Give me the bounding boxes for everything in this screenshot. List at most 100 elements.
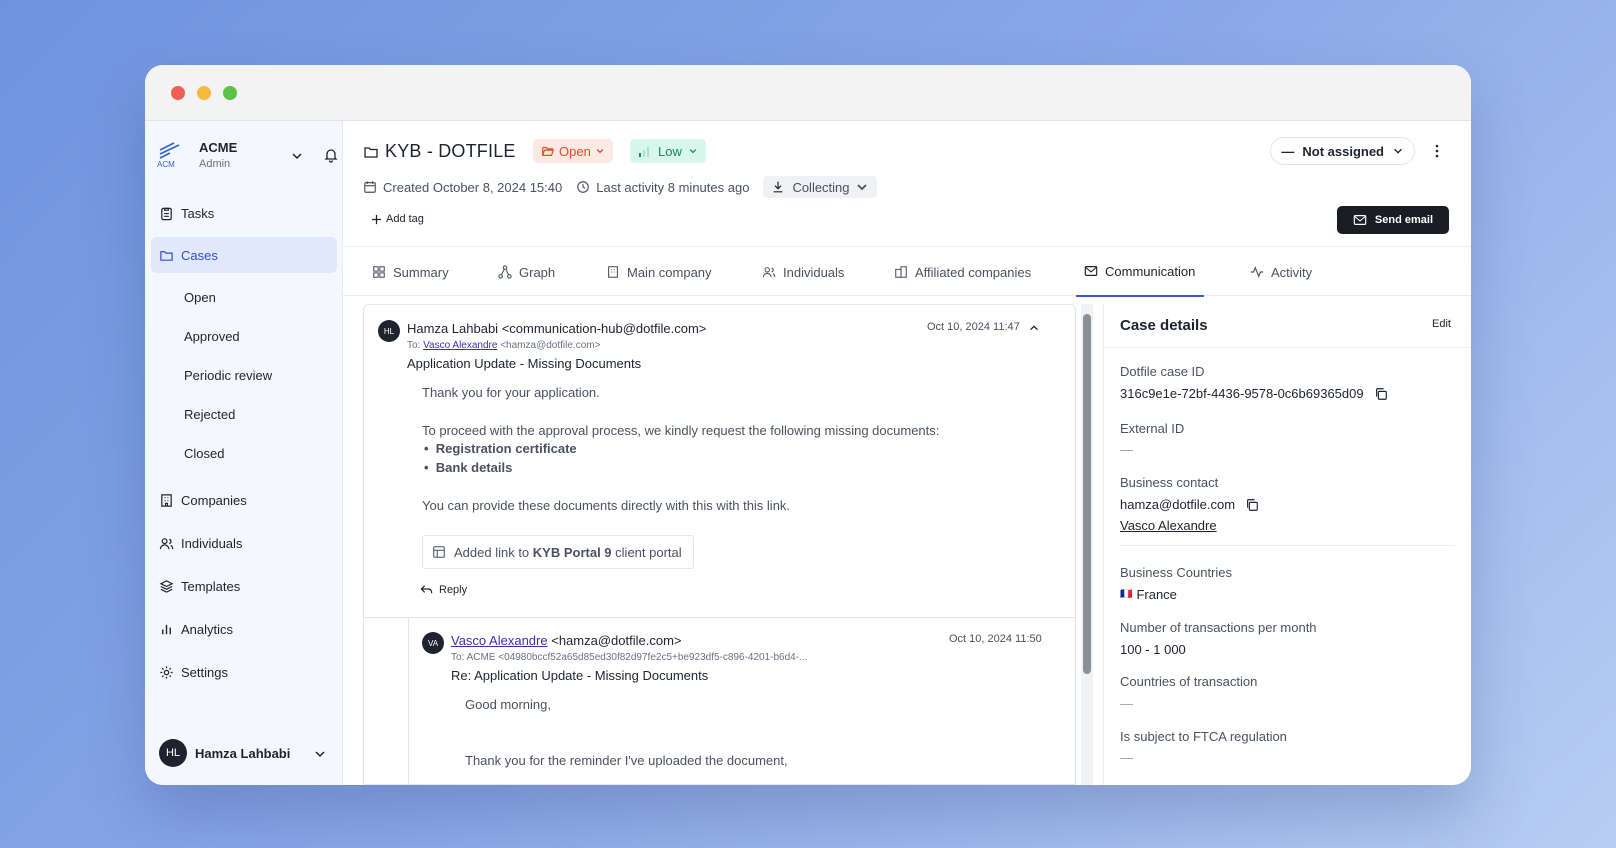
copy-icon[interactable] xyxy=(1245,498,1259,512)
risk-dropdown[interactable]: Low xyxy=(630,139,706,163)
list-item-text: Bank details xyxy=(435,460,513,475)
divider xyxy=(1120,545,1455,546)
sender-link[interactable]: Vasco Alexandre xyxy=(451,633,548,648)
more-options-icon[interactable] xyxy=(1429,143,1445,159)
tab-affiliated-companies[interactable]: Affiliated companies xyxy=(894,247,1031,297)
email-to: To: Vasco Alexandre <hamza@dotfile.com> xyxy=(407,340,600,351)
org-name: ACME xyxy=(199,140,238,155)
send-email-button[interactable]: Send email xyxy=(1336,206,1449,234)
tab-label: Main company xyxy=(627,264,712,280)
transactions-label: Number of transactions per month xyxy=(1120,620,1317,635)
title-bar xyxy=(145,65,1471,121)
link-prefix: Added link to xyxy=(454,544,530,560)
portal-link-card[interactable]: Added link to KYB Portal 9 client portal xyxy=(422,535,694,569)
business-contact-link[interactable]: Vasco Alexandre xyxy=(1120,518,1217,533)
graph-icon xyxy=(498,265,512,279)
nav-label: Templates xyxy=(181,578,241,594)
sender-name: Hamza Lahbabi xyxy=(407,321,499,336)
tab-summary[interactable]: Summary xyxy=(372,247,449,297)
recipient-address: <hamza@dotfile.com> xyxy=(500,340,601,351)
nav-templates[interactable]: Templates xyxy=(151,568,337,604)
minimize-window-button[interactable] xyxy=(197,86,211,100)
add-tag-button[interactable]: Add tag xyxy=(371,213,424,225)
nav-companies[interactable]: Companies xyxy=(151,482,337,518)
chevron-up-icon[interactable] xyxy=(1028,322,1040,334)
tab-graph[interactable]: Graph xyxy=(498,247,555,297)
close-window-button[interactable] xyxy=(171,86,185,100)
folder-icon xyxy=(160,250,173,261)
edit-button[interactable]: Edit xyxy=(1432,318,1451,330)
email-thread: HL Hamza Lahbabi <communication-hub@dotf… xyxy=(363,304,1076,785)
users-icon xyxy=(762,267,776,278)
nav-analytics[interactable]: Analytics xyxy=(151,611,337,647)
acme-logo: ACM xyxy=(157,142,180,169)
cases-sub-open[interactable]: Open xyxy=(184,282,324,312)
email-subject: Re: Application Update - Missing Documen… xyxy=(451,668,709,683)
tab-label: Activity xyxy=(1271,264,1313,280)
cases-sub-periodic-review[interactable]: Periodic review xyxy=(184,360,324,390)
cases-sub-closed[interactable]: Closed xyxy=(184,438,324,468)
assignee-dropdown[interactable]: — Not assigned xyxy=(1270,137,1415,165)
email-body-text: Thank you for the reminder I've uploaded… xyxy=(465,753,788,768)
chevron-down-icon xyxy=(856,184,867,191)
case-id-text: 316c9e1e-72bf-4436-9578-0c6b69365d09 xyxy=(1120,386,1364,401)
nav-individuals[interactable]: Individuals xyxy=(151,525,337,561)
chevron-down-icon[interactable] xyxy=(313,747,327,761)
main-panel: KYB - DOTFILE Open Low — Not assigned Cr… xyxy=(343,121,1471,785)
chevron-down-icon xyxy=(596,149,604,154)
layout-icon xyxy=(433,546,445,558)
email-reply: VA Vasco Alexandre <hamza@dotfile.com> T… xyxy=(408,617,1075,784)
tab-activity[interactable]: Activity xyxy=(1250,247,1312,297)
copy-icon[interactable] xyxy=(1374,387,1388,401)
tx-countries-value: — xyxy=(1120,696,1133,711)
status-label: Open xyxy=(559,143,591,159)
org-switcher[interactable]: ACM ACME Admin xyxy=(157,137,339,177)
last-activity-text: Last activity 8 minutes ago xyxy=(596,179,750,195)
nav-label: Individuals xyxy=(181,535,243,551)
tx-countries-label: Countries of transaction xyxy=(1120,674,1258,689)
list-item: • Registration certificate xyxy=(424,441,577,456)
nav-settings[interactable]: Settings xyxy=(151,654,337,690)
grid-icon xyxy=(373,266,385,278)
chevron-down-icon xyxy=(689,149,697,154)
transactions-value: 100 - 1 000 xyxy=(1120,642,1186,657)
bell-icon[interactable] xyxy=(323,147,339,163)
tab-communication[interactable]: Communication xyxy=(1076,247,1204,297)
avatar: VA xyxy=(422,632,444,654)
tab-main-company[interactable]: Main company xyxy=(606,247,712,297)
folder-open-icon xyxy=(542,146,555,156)
email-date: Oct 10, 2024 11:47 xyxy=(927,321,1020,333)
cases-sub-approved[interactable]: Approved xyxy=(184,321,324,351)
user-menu[interactable]: HL Hamza Lahbabi xyxy=(159,739,335,769)
link-portal-name: KYB Portal 9 xyxy=(532,544,612,560)
assignee-label: Not assigned xyxy=(1302,143,1384,159)
status-dropdown[interactable]: Open xyxy=(533,139,613,163)
maximize-window-button[interactable] xyxy=(223,86,237,100)
chevron-down-icon[interactable] xyxy=(290,149,304,163)
send-email-label: Send email xyxy=(1374,214,1433,226)
nav-cases[interactable]: Cases xyxy=(151,237,337,273)
cases-sub-rejected[interactable]: Rejected xyxy=(184,399,324,429)
email-subject: Application Update - Missing Documents xyxy=(407,356,642,371)
france-flag-icon: 🇫🇷 xyxy=(1120,589,1133,600)
link-card-text: Added link to KYB Portal 9 client portal xyxy=(454,545,682,560)
buildings-icon xyxy=(895,266,907,278)
nav-tasks[interactable]: Tasks xyxy=(151,195,337,231)
chevron-down-icon xyxy=(1394,148,1402,154)
scrollbar-thumb[interactable] xyxy=(1083,314,1091,674)
reply-icon xyxy=(420,585,433,594)
to-prefix: To: xyxy=(407,340,421,351)
last-activity: Last activity 8 minutes ago xyxy=(576,180,749,195)
avatar: HL xyxy=(378,320,400,342)
recipient-link[interactable]: Vasco Alexandre xyxy=(423,340,497,351)
email-to: To: ACME <04980bccf52a65d85ed30f82d97fe2… xyxy=(451,652,808,663)
tab-individuals[interactable]: Individuals xyxy=(762,247,844,297)
reply-button[interactable]: Reply xyxy=(420,583,467,596)
stage-dropdown[interactable]: Collecting xyxy=(763,176,877,198)
folder-icon xyxy=(364,147,378,158)
avatar: HL xyxy=(159,739,187,767)
plus-icon xyxy=(371,214,382,224)
email-from: Hamza Lahbabi <communication-hub@dotfile… xyxy=(407,321,706,336)
nav-label: Analytics xyxy=(181,621,234,637)
download-icon xyxy=(774,181,783,193)
